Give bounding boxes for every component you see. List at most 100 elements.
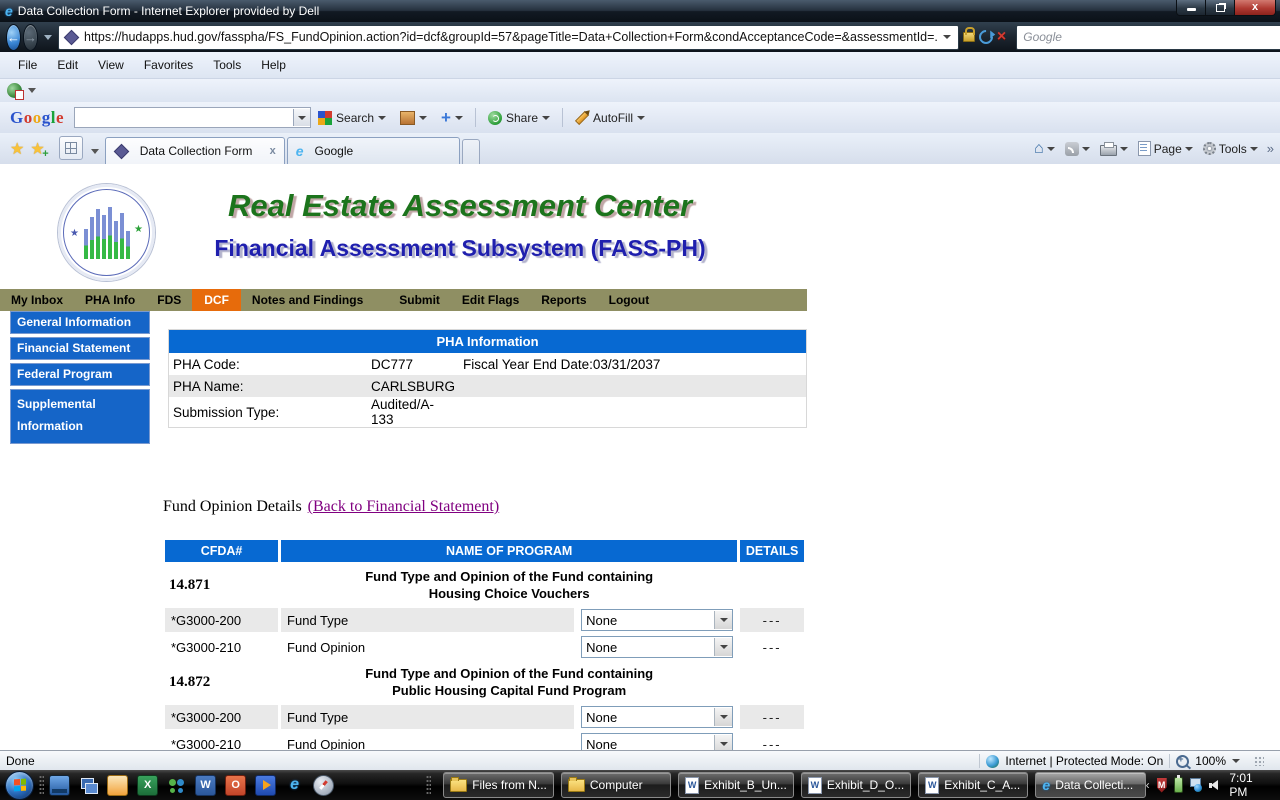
show-desktop-icon[interactable] bbox=[49, 775, 70, 796]
nav-notes-and-findings[interactable]: Notes and Findings bbox=[241, 289, 374, 311]
safari-icon[interactable] bbox=[313, 775, 334, 796]
close-button[interactable]: x bbox=[1235, 0, 1275, 15]
media-player-icon[interactable] bbox=[255, 775, 276, 796]
url-text[interactable]: https://hudapps.hud.gov/fasspha/FS_FundO… bbox=[84, 30, 938, 44]
address-field[interactable]: https://hudapps.hud.gov/fasspha/FS_FundO… bbox=[58, 25, 959, 50]
messenger-icon[interactable] bbox=[167, 776, 186, 795]
search-box[interactable] bbox=[1016, 25, 1280, 50]
google-search-button[interactable]: Search bbox=[311, 106, 393, 130]
google-search-field[interactable] bbox=[74, 107, 311, 128]
add-gadget-button[interactable]: + bbox=[434, 106, 470, 130]
network-icon[interactable] bbox=[1190, 778, 1202, 792]
nav-reports[interactable]: Reports bbox=[530, 289, 597, 311]
tools-button[interactable]: Tools bbox=[1198, 137, 1263, 161]
search-input[interactable] bbox=[1021, 29, 1280, 45]
nav-edit-flags[interactable]: Edit Flags bbox=[451, 289, 530, 311]
fund-type-select[interactable]: None bbox=[581, 609, 733, 631]
nav-pha-info[interactable]: PHA Info bbox=[74, 289, 146, 311]
volume-icon[interactable] bbox=[1209, 779, 1218, 791]
fund-type-select[interactable]: None bbox=[581, 706, 733, 728]
overflow-chevron-icon[interactable]: » bbox=[1267, 141, 1274, 156]
menu-file[interactable]: File bbox=[8, 52, 47, 78]
sidebar-item-financial-statement[interactable]: Financial Statement bbox=[10, 337, 150, 360]
program-name: Fund Type and Opinion of the Fund contai… bbox=[281, 565, 737, 605]
nav-dcf[interactable]: DCF bbox=[192, 289, 241, 311]
mcafee-icon[interactable] bbox=[1157, 778, 1167, 793]
autofill-button[interactable]: AutoFill bbox=[568, 106, 652, 130]
menu-favorites[interactable]: Favorites bbox=[134, 52, 203, 78]
forward-button[interactable]: → bbox=[23, 24, 38, 51]
outlook-icon[interactable] bbox=[107, 775, 128, 796]
table-row: *G3000-200 Fund Type None --- bbox=[165, 608, 804, 632]
restore-button[interactable] bbox=[1206, 0, 1235, 15]
security-lock-button[interactable] bbox=[963, 25, 975, 49]
task-button-files[interactable]: Files from N... bbox=[443, 772, 554, 798]
taskbar-grip[interactable] bbox=[426, 775, 431, 795]
bookmarks-button[interactable] bbox=[393, 106, 434, 130]
nav-my-inbox[interactable]: My Inbox bbox=[0, 289, 74, 311]
history-dropdown-icon[interactable] bbox=[44, 35, 52, 40]
stop-button[interactable]: × bbox=[997, 25, 1006, 49]
google-search-input[interactable] bbox=[75, 110, 293, 126]
back-to-financial-statement-link[interactable]: (Back to Financial Statement) bbox=[308, 498, 500, 515]
zoom-caret-icon[interactable] bbox=[1232, 759, 1240, 763]
menu-tools[interactable]: Tools bbox=[203, 52, 251, 78]
tab-ie-icon: e bbox=[296, 144, 304, 158]
switch-windows-icon[interactable] bbox=[79, 776, 98, 795]
task-button-computer[interactable]: Computer bbox=[561, 772, 671, 798]
feeds-button[interactable] bbox=[1060, 137, 1095, 161]
back-button[interactable]: ← bbox=[6, 24, 21, 51]
google-search-dropdown[interactable] bbox=[293, 109, 310, 126]
task-button-exhibit-b[interactable]: Exhibit_B_Un... bbox=[678, 772, 794, 798]
line-label: Fund Opinion bbox=[281, 732, 574, 750]
ie-favicon-icon: e bbox=[5, 4, 13, 18]
task-button-data-collection[interactable]: e Data Collecti... bbox=[1035, 772, 1145, 798]
menu-view[interactable]: View bbox=[88, 52, 134, 78]
word-icon[interactable] bbox=[195, 775, 216, 796]
tab-close-icon[interactable]: x bbox=[270, 145, 276, 157]
menu-edit[interactable]: Edit bbox=[47, 52, 88, 78]
share-button[interactable]: Share bbox=[481, 106, 557, 130]
select-caret-icon bbox=[714, 611, 732, 629]
quick-launch-grip[interactable] bbox=[39, 775, 44, 795]
tab-google[interactable]: e Google bbox=[287, 137, 460, 164]
zoom-level[interactable]: 100% bbox=[1195, 754, 1226, 768]
home-button[interactable]: ⌂ bbox=[1029, 137, 1060, 161]
nav-logout[interactable]: Logout bbox=[598, 289, 661, 311]
task-button-exhibit-d[interactable]: Exhibit_D_O... bbox=[801, 772, 911, 798]
tab-list-caret-icon[interactable] bbox=[91, 149, 99, 154]
sidebar-item-federal-program[interactable]: Federal Program bbox=[10, 363, 150, 386]
add-favorite-icon[interactable]: ★ bbox=[30, 142, 44, 158]
powerpoint-icon[interactable] bbox=[225, 775, 246, 796]
tab-data-collection-form[interactable]: Data Collection Form x bbox=[105, 137, 285, 164]
sidebar-item-supplemental-information[interactable]: Supplemental Information bbox=[10, 389, 150, 444]
task-button-exhibit-c[interactable]: Exhibit_C_A... bbox=[918, 772, 1028, 798]
sidebar-item-general-information[interactable]: General Information bbox=[10, 311, 150, 334]
nav-fds[interactable]: FDS bbox=[146, 289, 192, 311]
resize-grip[interactable] bbox=[1254, 756, 1264, 766]
favorites-star-icon[interactable]: ★ bbox=[10, 142, 24, 158]
fund-opinion-select[interactable]: None bbox=[581, 636, 733, 658]
excel-icon[interactable] bbox=[137, 775, 158, 796]
page-button[interactable]: Page bbox=[1133, 137, 1198, 161]
internet-explorer-icon[interactable] bbox=[285, 776, 304, 795]
zoom-icon[interactable] bbox=[1176, 755, 1189, 768]
new-tab-stub[interactable] bbox=[462, 139, 480, 164]
nav-submit[interactable]: Submit bbox=[388, 289, 451, 311]
power-icon[interactable] bbox=[1174, 777, 1183, 793]
refresh-button[interactable] bbox=[979, 25, 993, 49]
toolbar-separator bbox=[475, 108, 476, 127]
minimize-button[interactable] bbox=[1177, 0, 1206, 15]
addon-dropdown-icon[interactable] bbox=[28, 88, 36, 93]
fund-opinion-select[interactable]: None bbox=[581, 733, 733, 750]
address-dropdown-button[interactable] bbox=[938, 28, 956, 47]
line-label: Fund Type bbox=[281, 608, 574, 632]
print-button[interactable] bbox=[1095, 137, 1133, 161]
address-bar: ← → https://hudapps.hud.gov/fasspha/FS_F… bbox=[0, 22, 1280, 52]
addon-icon[interactable] bbox=[7, 83, 22, 98]
tray-expand-icon[interactable]: ‹ bbox=[1146, 778, 1150, 792]
menu-help[interactable]: Help bbox=[251, 52, 296, 78]
quick-tabs-button[interactable] bbox=[59, 136, 83, 160]
taskbar-clock[interactable]: 7:01 PM bbox=[1229, 771, 1264, 799]
start-button[interactable] bbox=[5, 771, 34, 800]
